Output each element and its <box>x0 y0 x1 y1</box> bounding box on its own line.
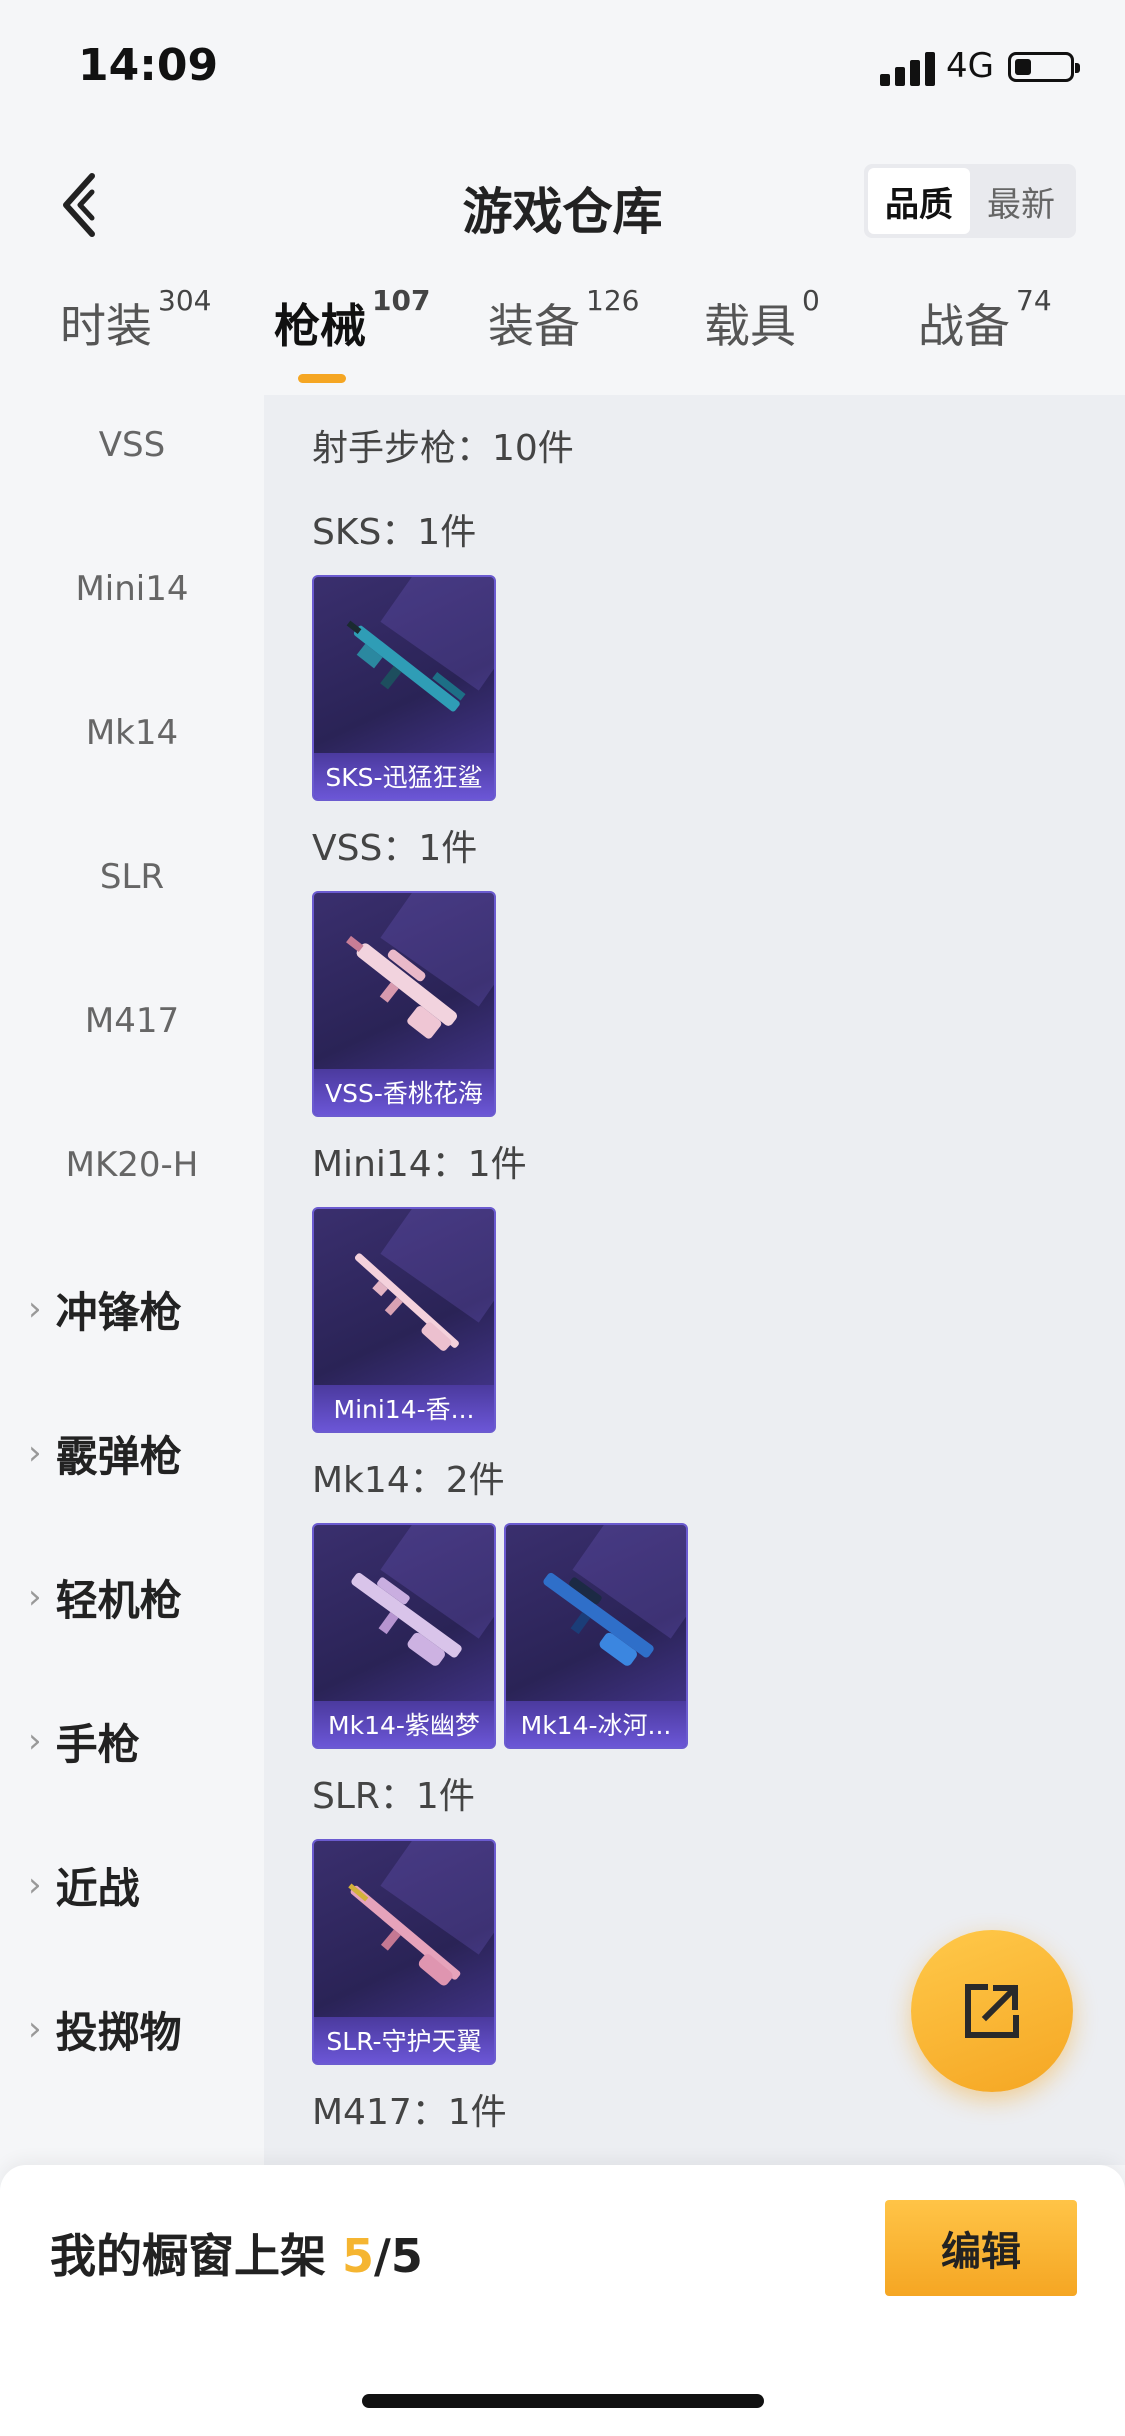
share-button[interactable] <box>911 1930 1073 2092</box>
skin-name: Mk14-紫幽梦 <box>328 1711 480 1740</box>
group-label: VSS：1件 <box>312 828 478 869</box>
sidebar-item-mini14[interactable]: Mini14 <box>0 549 264 629</box>
skin-card[interactable]: Mini14-香... <box>312 1207 496 1433</box>
section-summary: 射手步枪：10件 <box>312 428 574 469</box>
tab-count: 126 <box>586 284 640 317</box>
skin-name: SLR-守护天翼 <box>326 2027 482 2056</box>
status-bar: 14:09 4G <box>0 0 1125 130</box>
tab-vehicles[interactable]: 载具 0 <box>704 284 820 356</box>
battery-icon <box>1008 52 1080 82</box>
category-tabs: 时装 304 枪械 107 装备 126 载具 0 战备 74 <box>0 284 1125 390</box>
chevron-right-icon: › <box>28 1865 42 1905</box>
chevron-right-icon: › <box>28 1721 42 1761</box>
skin-name: Mk14-冰河... <box>520 1711 672 1740</box>
tab-label: 装备 <box>488 299 580 353</box>
back-chevron-icon <box>63 173 95 237</box>
category-label: 轻机枪 <box>55 1575 182 1625</box>
item-list: 射手步枪：10件 SKS：1件 SKS-迅猛狂鲨 VSS：1件 VSS-香桃花海… <box>264 395 1125 2165</box>
category-label: 霰弹枪 <box>55 1431 182 1481</box>
tab-count: 74 <box>1016 284 1052 317</box>
active-tab-indicator <box>298 374 346 383</box>
tab-count: 304 <box>158 284 212 317</box>
sniper-icon <box>346 935 458 1039</box>
category-label: 手枪 <box>55 1719 140 1769</box>
sidebar-category-melee[interactable]: › 近战 <box>28 1845 140 1925</box>
sidebar-category-shotgun[interactable]: › 霰弹枪 <box>28 1413 182 1493</box>
chevron-right-icon: › <box>28 1289 42 1329</box>
sidebar-item-mk20h[interactable]: MK20-H <box>0 1125 264 1205</box>
showcase-status: 我的橱窗上架 5/5 <box>50 2220 423 2286</box>
chevron-right-icon: › <box>28 2009 42 2049</box>
tab-count: 0 <box>802 284 820 317</box>
sidebar-category-throwables[interactable]: › 投掷物 <box>28 1989 182 2069</box>
tab-fashion[interactable]: 时装 304 <box>60 284 211 356</box>
tab-count: 107 <box>372 284 431 317</box>
chevron-right-icon: › <box>28 1577 42 1617</box>
status-time: 14:09 <box>78 40 219 91</box>
skin-card[interactable]: SKS-迅猛狂鲨 <box>312 575 496 801</box>
sidebar-item-slr[interactable]: SLR <box>0 837 264 917</box>
share-external-icon <box>965 1984 1019 2038</box>
sidebar: VSS Mini14 Mk14 SLR M417 MK20-H › 冲锋枪 › 霰弹… <box>0 395 264 2165</box>
signal-icon <box>880 52 936 86</box>
rifle-icon <box>543 1572 654 1666</box>
group-label: Mk14：2件 <box>312 1460 505 1501</box>
sidebar-category-pistol[interactable]: › 手枪 <box>28 1701 140 1781</box>
rifle-icon <box>346 620 466 712</box>
tab-label: 枪械 <box>274 299 366 353</box>
chevron-right-icon: › <box>28 1433 42 1473</box>
skin-card[interactable]: SLR-守护天翼 <box>312 1839 496 2065</box>
nav-bar: 游戏仓库 品质 最新 <box>0 140 1125 260</box>
sort-latest-button[interactable]: 最新 <box>970 168 1072 234</box>
showcase-total-count: /5 <box>374 2229 423 2283</box>
sort-quality-button[interactable]: 品质 <box>868 168 970 234</box>
skin-card[interactable]: Mk14-冰河... <box>504 1523 688 1749</box>
category-label: 近战 <box>55 1863 140 1913</box>
skin-name: SKS-迅猛狂鲨 <box>325 763 483 792</box>
sort-toggle: 品质 最新 <box>864 164 1076 238</box>
edit-button[interactable]: 编辑 <box>885 2200 1077 2296</box>
group-label: Mini14：1件 <box>312 1144 527 1185</box>
group-label: SKS：1件 <box>312 512 477 553</box>
skin-card[interactable]: Mk14-紫幽梦 <box>312 1523 496 1749</box>
sidebar-item-mk14[interactable]: Mk14 <box>0 693 264 773</box>
home-indicator[interactable] <box>362 2394 764 2408</box>
rifle-icon <box>354 1253 459 1351</box>
tab-label: 时装 <box>60 299 152 353</box>
back-button[interactable] <box>50 165 110 245</box>
network-type: 4G <box>946 46 994 86</box>
rifle-icon <box>348 1883 461 1986</box>
showcase-current-count: 5 <box>342 2229 375 2283</box>
category-label: 冲锋枪 <box>55 1287 182 1337</box>
tab-label: 战备 <box>918 299 1010 353</box>
skin-name: VSS-香桃花海 <box>325 1079 483 1108</box>
sidebar-item-m417[interactable]: M417 <box>0 981 264 1061</box>
sidebar-item-vss[interactable]: VSS <box>0 405 264 485</box>
group-label: M417：1件 <box>312 2092 507 2133</box>
rifle-icon <box>351 1572 462 1666</box>
group-label: SLR：1件 <box>312 1776 475 1817</box>
showcase-label: 我的橱窗上架 <box>50 2229 326 2283</box>
tab-label: 载具 <box>704 299 796 353</box>
tab-supplies[interactable]: 战备 74 <box>918 284 1052 356</box>
tab-equipment[interactable]: 装备 126 <box>488 284 639 356</box>
skin-card[interactable]: VSS-香桃花海 <box>312 891 496 1117</box>
skin-name: Mini14-香... <box>333 1395 475 1424</box>
sidebar-category-lmg[interactable]: › 轻机枪 <box>28 1557 182 1637</box>
tab-firearms[interactable]: 枪械 107 <box>274 284 430 356</box>
sidebar-category-smg[interactable]: › 冲锋枪 <box>28 1269 182 1349</box>
category-label: 投掷物 <box>55 2007 182 2057</box>
